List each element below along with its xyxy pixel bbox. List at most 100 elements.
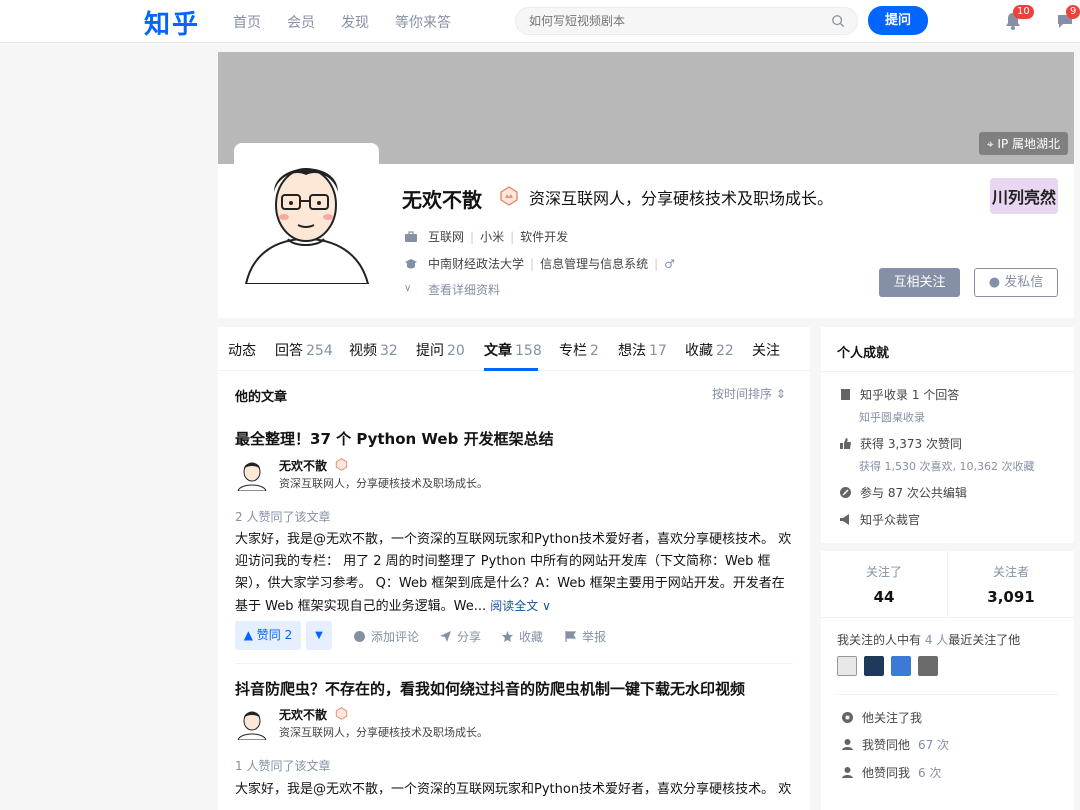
- vote-summary: 2 人赞同了该文章: [235, 510, 331, 524]
- followers-stat[interactable]: 关注者 3,091: [948, 563, 1074, 606]
- achievement-sub: 获得 1,530 次喜欢, 10,362 次收藏: [859, 460, 1035, 473]
- profile-name: 无欢不散: [402, 188, 482, 212]
- ip-location: ⌖ IP 属地湖北: [978, 132, 1068, 155]
- mutual-avatar[interactable]: [918, 656, 938, 676]
- achievement-sub[interactable]: 知乎圆桌收录: [859, 409, 925, 425]
- author-name[interactable]: 无欢不散: [279, 706, 327, 723]
- downvote-button[interactable]: ▼: [306, 621, 332, 650]
- comment-icon: [354, 631, 365, 642]
- article-author: 无欢不散 资深互联网人，分享硬核技术及职场成长。: [235, 706, 535, 742]
- chat-bubble-icon: ●: [988, 275, 1001, 290]
- megaphone-icon: [840, 514, 849, 525]
- card-divider: [837, 694, 1058, 695]
- relation-item: 他赞同我 6 次: [841, 764, 941, 781]
- achievement-item: 获得 3,373 次赞同: [839, 435, 962, 452]
- author-headline: 资深互联网人，分享硬核技术及职场成长。: [279, 477, 488, 490]
- article-title[interactable]: 最全整理！37 个 Python Web 开发框架总结: [235, 428, 793, 449]
- achievement-item: 参与 87 次公共编辑: [839, 484, 967, 501]
- briefcase-icon: [405, 230, 417, 242]
- profile-card: ⌖ IP 属地湖北 无欢不散 资深互联网人，分享硬核技术及职场成长。 互联网 | …: [218, 52, 1074, 318]
- author-badge-icon: [335, 458, 348, 471]
- nav-waiting[interactable]: 等你来答: [395, 12, 451, 32]
- mutual-avatar[interactable]: [837, 656, 857, 676]
- achievements-card: 个人成就 知乎收录 1 个回答 知乎圆桌收录 获得 3,373 次赞同 获得 1…: [821, 327, 1074, 543]
- section-title: 他的文章: [235, 390, 288, 405]
- tab-activity[interactable]: 动态: [228, 340, 256, 360]
- relation-item: 他关注了我: [841, 709, 922, 726]
- graduation-cap-icon: [405, 258, 417, 268]
- book-icon: [841, 389, 850, 400]
- article-divider: [235, 663, 793, 664]
- male-icon: ♂: [664, 256, 675, 271]
- tab-questions[interactable]: 提问 20: [416, 340, 465, 360]
- mutual-avatar[interactable]: [864, 656, 884, 676]
- collect-button[interactable]: 收藏: [501, 628, 543, 645]
- card-divider: [821, 617, 1074, 618]
- sort-arrows-icon: ⇕: [775, 387, 786, 401]
- avatar-illustration: [238, 147, 375, 284]
- view-details-link[interactable]: ∨ 查看详细资料: [404, 281, 500, 298]
- tab-columns[interactable]: 专栏 2: [559, 340, 599, 360]
- star-icon: [502, 631, 513, 642]
- verified-badge-icon[interactable]: [499, 186, 519, 206]
- upvote-button[interactable]: ▲ 赞同 2: [235, 621, 301, 650]
- nav-home[interactable]: 首页: [233, 12, 261, 32]
- mutual-follow-button[interactable]: 互相关注: [879, 268, 960, 297]
- article-title[interactable]: 抖音防爬虫？不存在的，看我如何绕过抖音的防爬虫机制一键下载无水印视频: [235, 678, 793, 699]
- achievement-item: 知乎收录 1 个回答: [839, 386, 959, 403]
- main-nav: 首页 会员 发现 等你来答: [233, 12, 451, 32]
- author-headline: 资深互联网人，分享硬核技术及职场成长。: [279, 726, 488, 739]
- share-icon: [440, 631, 451, 642]
- article-author: 无欢不散 资深互联网人，分享硬核技术及职场成长。: [235, 457, 535, 493]
- tab-thoughts[interactable]: 想法 17: [618, 340, 667, 360]
- chevron-down-icon: ∨: [404, 282, 412, 294]
- mutual-followers-text: 我关注的人中有 4 人最近关注了他: [837, 633, 1021, 647]
- nav-explore[interactable]: 发现: [341, 12, 369, 32]
- mutual-avatars: [837, 656, 938, 676]
- article-item: 最全整理！37 个 Python Web 开发框架总结 无欢不散 资深互联网人，…: [235, 428, 793, 650]
- article-actions: ▲ 赞同 2 ▼ 添加评论 分享 收藏 举报: [235, 621, 793, 651]
- profile-avatar[interactable]: [234, 143, 379, 288]
- read-more-link[interactable]: 阅读全文 ∨: [490, 599, 551, 613]
- article-excerpt: 大家好，我是@无欢不散，一个资深的互联网玩家和Python技术爱好者，喜欢分享硬…: [235, 782, 792, 797]
- sort-dropdown[interactable]: 按时间排序 ⇕: [712, 385, 786, 402]
- svg-text:川列亮然: 川列亮然: [991, 188, 1056, 207]
- author-avatar[interactable]: [235, 457, 269, 491]
- mutual-avatar[interactable]: [891, 656, 911, 676]
- send-message-button[interactable]: ● 发私信: [974, 268, 1058, 297]
- active-tab-indicator: [484, 368, 538, 371]
- zhihu-logo[interactable]: 知乎: [144, 4, 200, 41]
- tab-following[interactable]: 关注: [752, 340, 780, 360]
- follow-card: 关注了 44 关注者 3,091 我关注的人中有 4 人最近关注了他 他关注了我…: [821, 551, 1074, 810]
- person-icon: [842, 739, 853, 750]
- person-icon: [842, 767, 853, 778]
- flag-icon: [565, 631, 577, 642]
- search-icon[interactable]: [831, 14, 845, 28]
- work-info: 互联网 | 小米 | 软件开发: [404, 228, 568, 245]
- tab-videos[interactable]: 视频 32: [349, 340, 398, 360]
- location-pin-icon: ⌖: [986, 137, 994, 151]
- edit-icon: [840, 487, 851, 498]
- search-input[interactable]: [529, 14, 819, 28]
- eye-icon: [842, 712, 853, 723]
- share-button[interactable]: 分享: [439, 628, 481, 645]
- notification-badge: 10: [1013, 5, 1034, 19]
- tab-answers[interactable]: 回答 254: [275, 340, 333, 360]
- achievements-title: 个人成就: [837, 346, 890, 361]
- relation-item: 我赞同他 67 次: [841, 736, 949, 753]
- following-stat[interactable]: 关注了 44: [821, 563, 947, 606]
- profile-headline: 资深互联网人，分享硬核技术及职场成长。: [529, 189, 834, 208]
- author-badge-icon: [335, 707, 348, 720]
- tab-articles[interactable]: 文章 158: [484, 340, 542, 360]
- author-name[interactable]: 无欢不散: [279, 457, 327, 474]
- report-button[interactable]: 举报: [564, 628, 606, 645]
- ask-button[interactable]: 提问: [868, 6, 928, 35]
- nav-vip[interactable]: 会员: [287, 12, 315, 32]
- profile-tabs: 动态 回答 254 视频 32 提问 20 文章 158 专栏 2 想法 17 收藏 22 关…: [218, 327, 810, 371]
- thumbs-up-icon: [840, 438, 851, 449]
- comment-button[interactable]: 添加评论: [353, 628, 419, 645]
- signature-stamp: 川列亮然: [990, 178, 1058, 214]
- article-excerpt: 大家好，我是@无欢不散，一个资深的互联网玩家和Python技术爱好者，喜欢分享硬…: [235, 532, 792, 614]
- author-avatar[interactable]: [235, 706, 269, 740]
- tab-collections[interactable]: 收藏 22: [685, 340, 734, 360]
